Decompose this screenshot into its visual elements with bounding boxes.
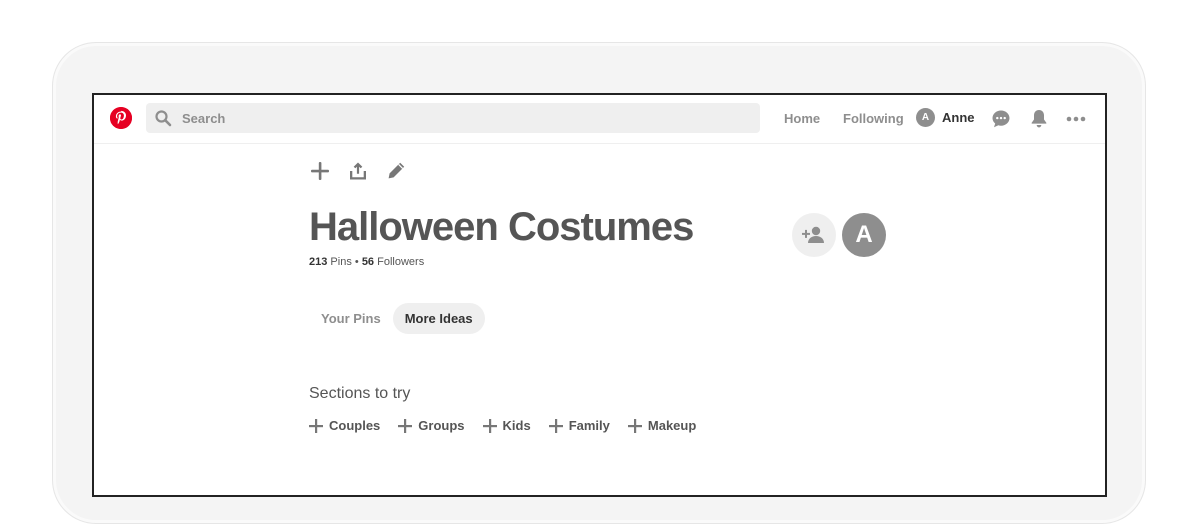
more-icon[interactable] bbox=[1065, 108, 1087, 130]
pins-count: 213 bbox=[309, 256, 328, 268]
chat-icon[interactable] bbox=[990, 108, 1012, 130]
section-label: Family bbox=[568, 418, 610, 433]
section-suggestion-groups[interactable]: Groups bbox=[398, 418, 465, 433]
section-suggestion-couples[interactable]: Couples bbox=[309, 418, 380, 433]
section-label: Kids bbox=[502, 418, 531, 433]
board-tools bbox=[308, 159, 408, 183]
user-name: Anne bbox=[942, 110, 975, 125]
plus-icon bbox=[482, 418, 497, 433]
page-title: Halloween Costumes bbox=[309, 205, 694, 249]
bell-icon[interactable] bbox=[1028, 108, 1050, 130]
nav-home-link[interactable]: Home bbox=[784, 111, 820, 126]
browser-screen: Home Following A Anne bbox=[92, 93, 1107, 497]
plus-icon bbox=[309, 418, 323, 433]
section-suggestion-makeup[interactable]: Makeup bbox=[627, 418, 697, 433]
plus-icon bbox=[548, 418, 563, 433]
user-profile-link[interactable]: A Anne bbox=[916, 108, 975, 127]
followers-label[interactable]: Followers bbox=[377, 256, 424, 268]
add-icon[interactable] bbox=[308, 159, 332, 183]
nav-following-link[interactable]: Following bbox=[843, 111, 904, 126]
sections-heading: Sections to try bbox=[309, 385, 411, 402]
avatar: A bbox=[916, 108, 935, 127]
pinterest-logo-icon[interactable] bbox=[110, 107, 132, 129]
suggested-sections: Couples Groups Kids Family Makeup bbox=[309, 418, 714, 433]
board-owner-avatar[interactable]: A bbox=[842, 213, 886, 257]
add-collaborator-button[interactable] bbox=[792, 213, 836, 257]
share-icon[interactable] bbox=[346, 159, 370, 183]
add-person-icon bbox=[802, 226, 824, 243]
section-label: Makeup bbox=[647, 418, 697, 433]
stats-separator: • bbox=[354, 256, 359, 268]
section-label: Groups bbox=[418, 418, 465, 433]
section-suggestion-kids[interactable]: Kids bbox=[482, 418, 531, 433]
top-navigation-bar: Home Following A Anne bbox=[94, 95, 1105, 144]
section-label: Couples bbox=[329, 418, 381, 433]
search-icon bbox=[155, 110, 172, 127]
section-suggestion-family[interactable]: Family bbox=[548, 418, 610, 433]
plus-icon bbox=[398, 418, 413, 433]
board-stats: 213 Pins • 56 Followers bbox=[309, 256, 424, 268]
board-tabs: Your Pins More Ideas bbox=[309, 303, 485, 334]
plus-icon bbox=[627, 418, 642, 433]
tab-more-ideas[interactable]: More Ideas bbox=[392, 303, 485, 334]
tab-your-pins[interactable]: Your Pins bbox=[309, 303, 393, 334]
followers-count[interactable]: 56 bbox=[362, 256, 374, 268]
edit-icon[interactable] bbox=[384, 159, 408, 183]
search-bar[interactable] bbox=[146, 103, 760, 133]
search-input[interactable] bbox=[180, 109, 744, 127]
pins-label: Pins bbox=[330, 256, 352, 268]
